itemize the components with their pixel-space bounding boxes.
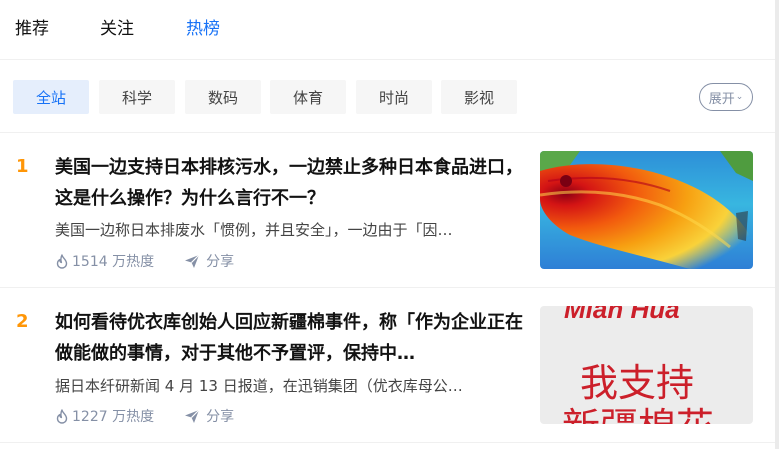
thumb-text-top: Mian Hua: [564, 306, 680, 324]
hot-list-item[interactable]: 2 如何看待优衣库创始人回应新疆棉事件，称「作为企业正在做能做的事情，对于其他不…: [0, 289, 775, 443]
tab-recommend[interactable]: 推荐: [15, 17, 49, 41]
rank-number: 1: [16, 156, 29, 177]
heat-metric: 1514 万热度: [56, 251, 154, 271]
filter-sports[interactable]: 体育: [270, 80, 346, 114]
scrollbar[interactable]: [775, 0, 779, 449]
expand-label: 展开: [708, 91, 735, 107]
filter-all[interactable]: 全站: [13, 80, 89, 114]
cotton-support-sign-image: Mian Hua 我支持 新疆棉花: [540, 306, 753, 424]
tab-follow[interactable]: 关注: [100, 17, 134, 41]
answer-excerpt: 美国一边称日本排废水「惯例，并且安全」，一边由于「因…: [55, 221, 453, 239]
top-tab-bar: 推荐 关注 热榜: [0, 0, 775, 60]
question-title[interactable]: 美国一边支持日本排核污水，一边禁止多种日本食品进口，这是什么操作？为什么言行不一…: [55, 152, 525, 214]
ocean-radiation-map-image: [540, 151, 753, 269]
item-meta: 1514 万热度 分享: [56, 250, 234, 272]
heat-value: 1227 万热度: [72, 409, 155, 425]
hot-list-page: 推荐 关注 热榜 全站 科学 数码 体育 时尚 影视 展开 ⌄ 1 美国一边支持…: [0, 0, 779, 449]
flame-icon: [56, 408, 68, 424]
category-filter-bar: 全站 科学 数码 体育 时尚 影视 展开 ⌄: [0, 61, 775, 133]
share-button[interactable]: 分享: [184, 251, 234, 271]
item-thumbnail[interactable]: Mian Hua 我支持 新疆棉花: [540, 306, 753, 424]
thumb-text-bottom: 新疆棉花: [562, 405, 714, 424]
heat-value: 1514 万热度: [72, 254, 155, 270]
filter-science[interactable]: 科学: [99, 80, 175, 114]
share-label: 分享: [206, 254, 235, 270]
share-arrow-icon: [185, 409, 200, 423]
rank-number: 2: [16, 311, 29, 332]
filter-fashion[interactable]: 时尚: [356, 80, 432, 114]
hot-list-item[interactable]: 1 美国一边支持日本排核污水，一边禁止多种日本食品进口，这是什么操作？为什么言行…: [0, 134, 775, 288]
heat-metric: 1227 万热度: [56, 406, 154, 426]
answer-excerpt: 据日本纤研新闻 4 月 13 日报道，在迅销集团（优衣库母公…: [55, 377, 463, 395]
filter-film[interactable]: 影视: [441, 80, 517, 114]
share-button[interactable]: 分享: [184, 406, 234, 426]
thumb-text-middle: 我支持: [580, 361, 694, 405]
tab-hot-list[interactable]: 热榜: [186, 17, 220, 41]
expand-button[interactable]: 展开 ⌄: [699, 83, 753, 111]
chevron-down-icon: ⌄: [735, 91, 744, 102]
share-arrow-icon: [185, 254, 200, 268]
share-label: 分享: [206, 409, 235, 425]
question-title[interactable]: 如何看待优衣库创始人回应新疆棉事件，称「作为企业正在做能做的事情，对于其他不予置…: [55, 307, 525, 369]
filter-digital[interactable]: 数码: [185, 80, 261, 114]
item-meta: 1227 万热度 分享: [56, 405, 234, 427]
flame-icon: [56, 253, 68, 269]
item-thumbnail[interactable]: [540, 151, 753, 269]
